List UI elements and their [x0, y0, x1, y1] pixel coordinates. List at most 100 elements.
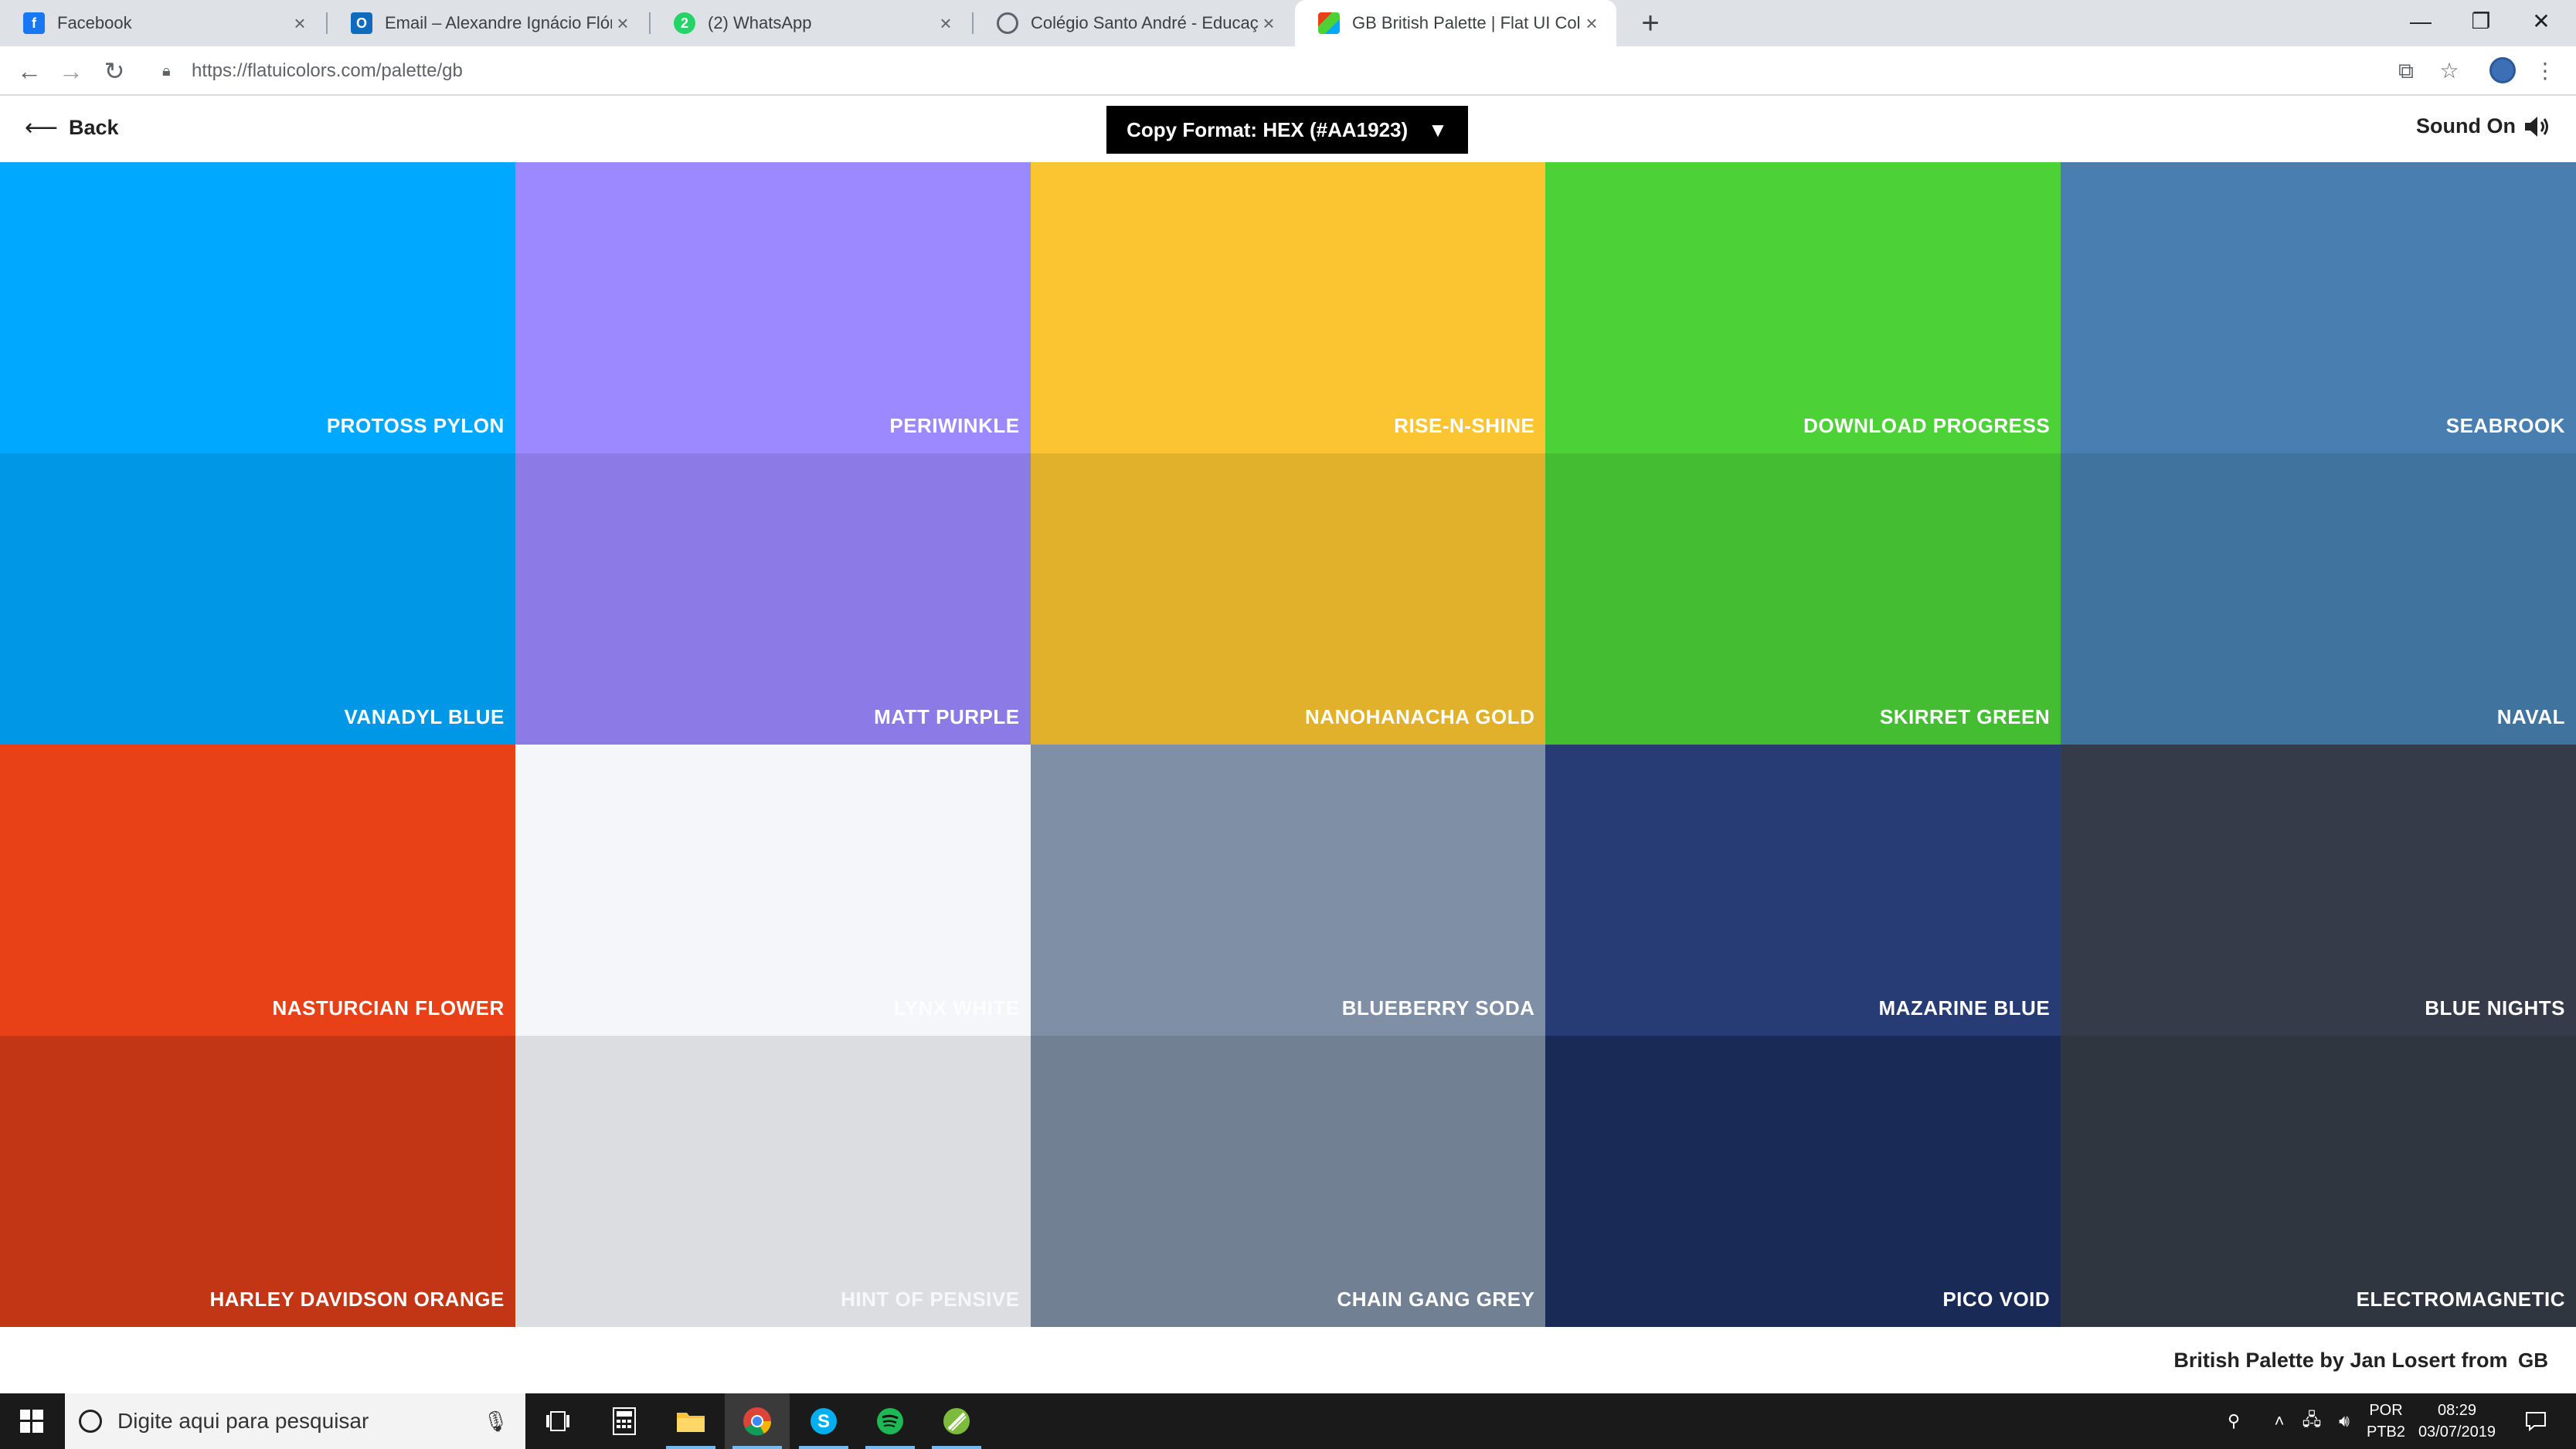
copy-format-dropdown[interactable]: Copy Format: HEX (#AA1923) ▼	[1106, 106, 1468, 154]
task-view-icon[interactable]	[525, 1393, 590, 1449]
flatuicolors-icon	[1318, 12, 1340, 34]
color-swatch[interactable]: NASTURCIAN FLOWER	[0, 745, 515, 1036]
close-icon[interactable]: ×	[1581, 12, 1602, 36]
forward-arrow-icon[interactable]: →	[53, 53, 90, 90]
color-grid: PROTOSS PYLON PERIWINKLE RISE-N-SHINE DOWNL…	[0, 162, 2576, 1327]
color-swatch[interactable]: BLUEBERRY SODA	[1030, 745, 1546, 1036]
back-label: Back	[69, 116, 119, 139]
svg-text:S: S	[817, 1411, 830, 1432]
speaker-icon	[2525, 116, 2548, 137]
taskbar-clock[interactable]: 08:29 03/07/2019	[2409, 1400, 2505, 1443]
url-text: https://flatuicolors.com/palette/gb	[192, 60, 463, 81]
color-name-label: SEABROOK	[2445, 414, 2565, 437]
color-swatch[interactable]: BLUE NIGHTS	[2061, 745, 2576, 1036]
close-icon[interactable]: ×	[612, 12, 634, 36]
tab-title: (2) WhatsApp	[708, 13, 812, 32]
color-swatch[interactable]: CHAIN GANG GREY	[1030, 1036, 1546, 1327]
microphone-icon[interactable]: 🎙︎	[483, 1410, 508, 1434]
cortana-icon	[79, 1410, 102, 1433]
windows-start-button[interactable]	[0, 1393, 63, 1449]
translate-icon[interactable]: ⧉	[2389, 54, 2423, 88]
color-swatch[interactable]: RISE-N-SHINE	[1030, 162, 1546, 453]
color-swatch[interactable]: HINT OF PENSIVE	[515, 1036, 1031, 1327]
color-swatch[interactable]: PICO VOID	[1545, 1036, 2061, 1327]
address-bar[interactable]: 🔒︎ https://flatuicolors.com/palette/gb	[147, 51, 2387, 91]
new-tab-button[interactable]: +	[1632, 5, 1669, 42]
tab-title: Facebook	[57, 13, 132, 32]
tab-whatsapp[interactable]: 2 (2) WhatsApp ×	[651, 0, 970, 46]
color-swatch[interactable]: NANOHANACHA GOLD	[1030, 453, 1546, 745]
color-name-label: SKIRRET GREEN	[1879, 705, 2051, 728]
color-swatch[interactable]: LYNX WHITE	[515, 745, 1031, 1036]
page-header: ⟵ Back Copy Format: HEX (#AA1923) ▼ Soun…	[0, 97, 2576, 162]
color-swatch[interactable]: DOWNLOAD PROGRESS	[1545, 162, 2061, 453]
spotify-icon[interactable]	[858, 1393, 923, 1449]
skype-icon[interactable]: S	[791, 1393, 856, 1449]
back-arrow-icon[interactable]: ←	[11, 53, 48, 90]
globe-icon	[997, 12, 1018, 34]
close-icon[interactable]: ×	[1258, 12, 1280, 36]
calculator-icon[interactable]	[592, 1393, 657, 1449]
reload-icon[interactable]: ↻	[96, 53, 133, 90]
network-icon[interactable]: 🖧︎	[2296, 1393, 2327, 1449]
color-name-label: BLUEBERRY SODA	[1341, 996, 1535, 1020]
country-code: GB	[2518, 1349, 2548, 1372]
color-name-label: PERIWINKLE	[889, 414, 1020, 437]
keyboard-layout: PTB2	[2366, 1424, 2406, 1441]
color-swatch[interactable]: VANADYL BLUE	[0, 453, 515, 745]
close-icon[interactable]: ×	[935, 12, 957, 36]
file-explorer-icon[interactable]	[658, 1393, 723, 1449]
restore-icon[interactable]: ❐	[2451, 0, 2511, 46]
profile-avatar[interactable]	[2489, 57, 2516, 83]
color-name-label: LYNX WHITE	[893, 996, 1020, 1020]
color-swatch[interactable]: NAVAL	[2061, 453, 2576, 745]
language-code: POR	[2369, 1402, 2403, 1419]
color-name-label: DOWNLOAD PROGRESS	[1803, 414, 2051, 437]
color-swatch[interactable]: ELECTROMAGNETIC	[2061, 1036, 2576, 1327]
tab-email[interactable]: O Email – Alexandre Ignácio Flório ×	[328, 0, 647, 46]
color-swatch[interactable]: SKIRRET GREEN	[1545, 453, 2061, 745]
close-window-icon[interactable]: ✕	[2511, 0, 2571, 46]
back-arrow-icon: ⟵	[25, 115, 59, 141]
color-name-label: HINT OF PENSIVE	[841, 1288, 1020, 1311]
notification-icon[interactable]	[2513, 1393, 2559, 1449]
windows-logo-icon	[20, 1410, 43, 1433]
tab-colegio[interactable]: Colégio Santo André - Educação ×	[974, 0, 1293, 46]
back-link[interactable]: ⟵ Back	[25, 114, 119, 141]
bookmark-star-icon[interactable]: ☆	[2432, 54, 2466, 88]
app-icon[interactable]	[924, 1393, 989, 1449]
browser-tab-bar: f Facebook × O Email – Alexandre Ignácio…	[0, 0, 2576, 46]
clock-date: 03/07/2019	[2418, 1424, 2496, 1441]
menu-icon[interactable]: ⋮	[2528, 54, 2562, 88]
color-swatch[interactable]: MATT PURPLE	[515, 453, 1031, 745]
color-swatch[interactable]: PROTOSS PYLON	[0, 162, 515, 453]
tab-facebook[interactable]: f Facebook ×	[0, 0, 325, 46]
color-swatch[interactable]: MAZARINE BLUE	[1545, 745, 2061, 1036]
color-name-label: RISE-N-SHINE	[1394, 414, 1535, 437]
windows-taskbar: Digite aqui para pesquisar 🎙︎ S ⚲ ˄ 🖧︎ 🔊…	[0, 1393, 2576, 1449]
color-name-label: PROTOSS PYLON	[326, 414, 505, 437]
color-name-label: MATT PURPLE	[874, 705, 1020, 728]
color-swatch[interactable]: HARLEY DAVIDSON ORANGE	[0, 1036, 515, 1327]
whatsapp-icon: 2	[674, 12, 695, 34]
color-swatch[interactable]: SEABROOK	[2061, 162, 2576, 453]
minimize-icon[interactable]: —	[2391, 0, 2451, 46]
lock-icon: 🔒︎	[162, 63, 171, 80]
sound-label: Sound On	[2416, 114, 2516, 137]
caret-down-icon: ▼	[1428, 117, 1448, 141]
color-name-label: ELECTROMAGNETIC	[2356, 1288, 2565, 1311]
color-swatch[interactable]: PERIWINKLE	[515, 162, 1031, 453]
people-icon[interactable]: ⚲	[2214, 1393, 2253, 1449]
chevron-up-icon[interactable]: ˄	[2264, 1393, 2295, 1449]
browser-toolbar: ← → ↻ 🔒︎ https://flatuicolors.com/palett…	[0, 46, 2576, 96]
tab-title: Email – Alexandre Ignácio Flório	[385, 13, 612, 32]
taskbar-search-box[interactable]: Digite aqui para pesquisar 🎙︎	[65, 1393, 525, 1449]
tab-flatuicolors[interactable]: GB British Palette | Flat UI Colors ×	[1295, 0, 1616, 46]
color-name-label: CHAIN GANG GREY	[1337, 1288, 1535, 1311]
language-indicator[interactable]: POR PTB2	[2364, 1400, 2408, 1443]
facebook-icon: f	[23, 12, 45, 34]
sound-toggle[interactable]: Sound On	[2416, 114, 2550, 138]
chrome-icon[interactable]	[725, 1393, 790, 1449]
close-icon[interactable]: ×	[289, 12, 311, 36]
volume-icon[interactable]: 🔊︎	[2329, 1393, 2360, 1449]
